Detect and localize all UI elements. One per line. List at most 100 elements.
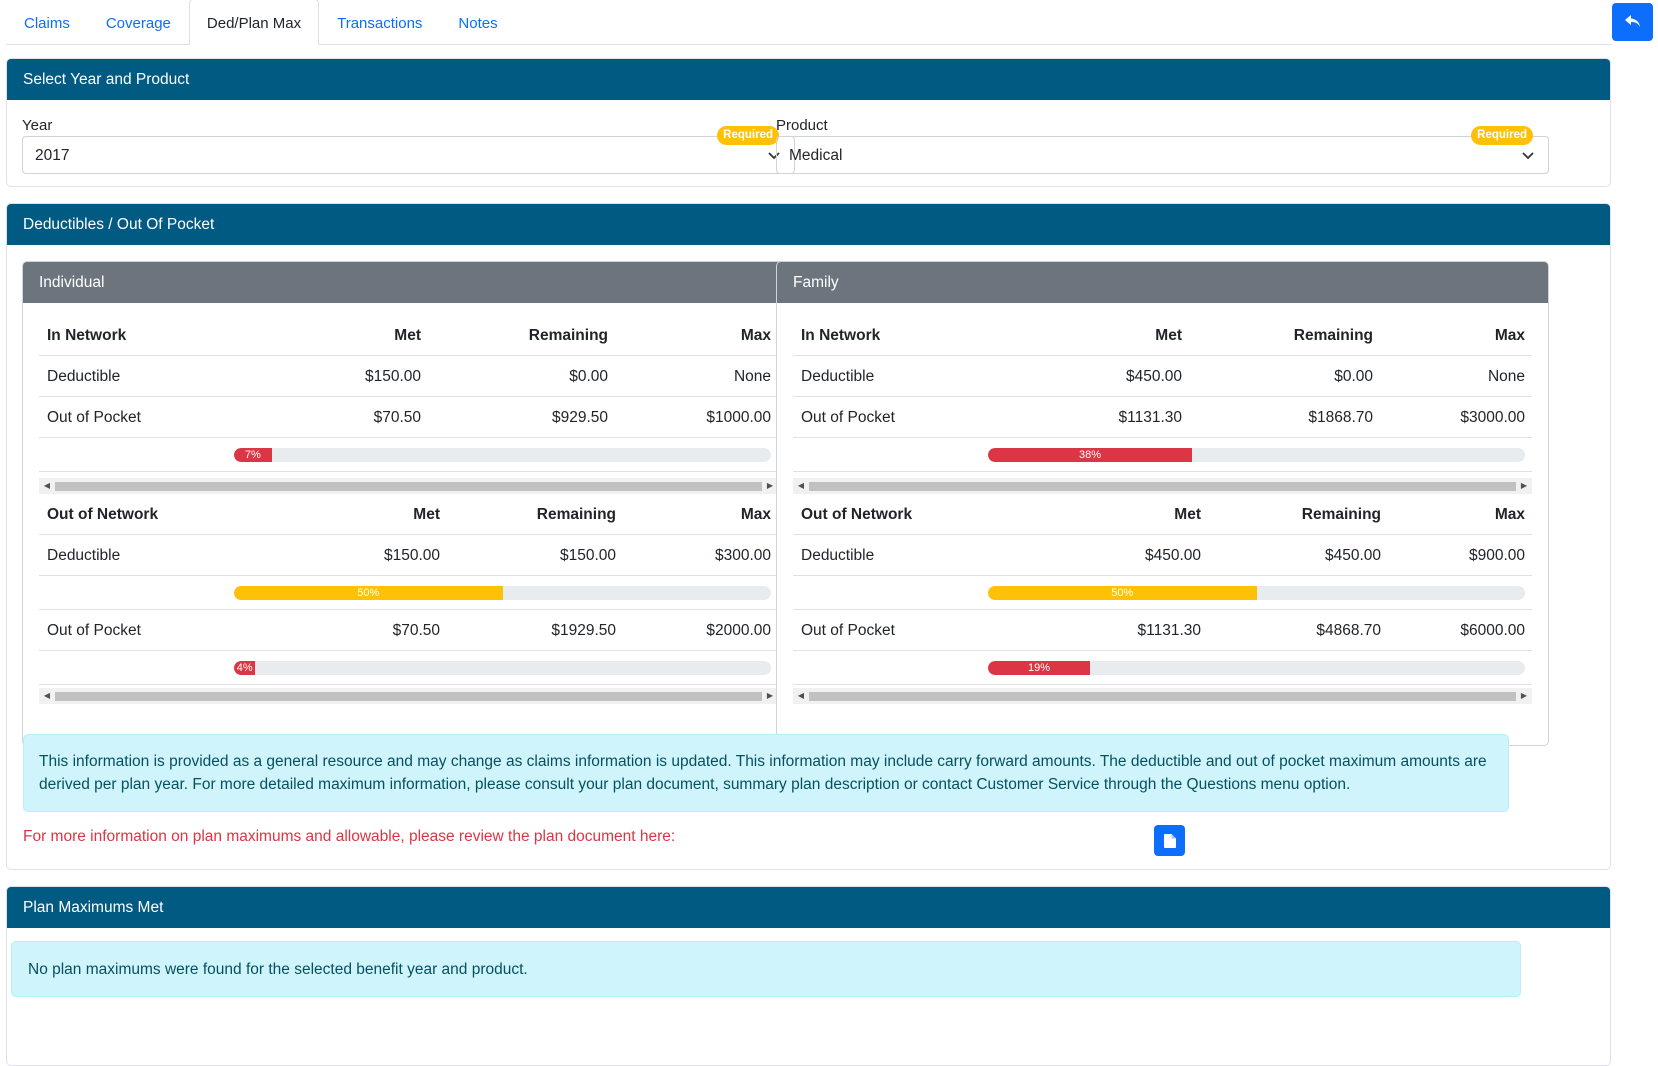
scroll-left-icon[interactable]: ◀ [39, 688, 55, 704]
progress-track: 50% [234, 586, 771, 600]
table-cell: $2000.00 [706, 622, 771, 639]
table-header-row: In Network Met Remaining Max [39, 315, 778, 356]
product-label: Product [776, 117, 828, 134]
progress-track: 19% [988, 661, 1525, 675]
deductibles-card-title: Deductibles / Out Of Pocket [7, 204, 1610, 245]
horizontal-scrollbar[interactable]: ◀ ▶ [793, 688, 1532, 704]
table-row: Out of Pocket $1131.30 $4868.70 $6000.00 [793, 610, 1532, 651]
family-title: Family [777, 262, 1548, 303]
col-header: Met [1174, 506, 1201, 523]
scrollbar-thumb[interactable] [55, 482, 762, 491]
product-select[interactable]: Medical Required [776, 126, 1549, 174]
select-card-title: Select Year and Product [7, 59, 1610, 100]
info-alert: This information is provided as a genera… [23, 734, 1509, 812]
table-cell: $4868.70 [1316, 622, 1381, 639]
individual-panel: Individual In Network Met Remaining Max … [22, 261, 795, 746]
progress-row: 38% [793, 438, 1532, 472]
table-cell: Deductible [801, 368, 875, 385]
document-icon [1163, 833, 1176, 848]
horizontal-scrollbar[interactable]: ◀ ▶ [793, 478, 1532, 494]
table-cell: Out of Pocket [47, 409, 141, 426]
scroll-left-icon[interactable]: ◀ [39, 478, 55, 494]
horizontal-scrollbar[interactable]: ◀ ▶ [39, 478, 778, 494]
plan-max-card-title: Plan Maximums Met [7, 887, 1610, 928]
scroll-left-icon[interactable]: ◀ [793, 478, 809, 494]
individual-title: Individual [23, 262, 794, 303]
year-select[interactable]: 2017 Required [22, 126, 795, 174]
progress-row: 7% [39, 438, 778, 472]
scrollbar-thumb[interactable] [809, 482, 1516, 491]
chevron-down-icon [1522, 152, 1534, 160]
table-header-row: In Network Met Remaining Max [793, 315, 1532, 356]
table-cell: $150.00 [364, 368, 421, 385]
table-cell: $70.50 [373, 409, 421, 426]
col-header: Out of Network [801, 506, 913, 523]
progress-bar: 4% [234, 661, 256, 675]
tab-coverage[interactable]: Coverage [88, 0, 189, 44]
horizontal-scrollbar[interactable]: ◀ ▶ [39, 688, 778, 704]
scroll-right-icon[interactable]: ▶ [1516, 688, 1532, 704]
table-cell: $6000.00 [1460, 622, 1525, 639]
year-field: Year 2017 Required [22, 117, 795, 174]
table-cell: $450.00 [1324, 547, 1381, 564]
progress-row: 4% [39, 651, 778, 685]
progress-track: 38% [988, 448, 1525, 462]
tab-notes[interactable]: Notes [440, 0, 515, 44]
progress-track: 7% [234, 448, 771, 462]
progress-row: 19% [793, 651, 1532, 685]
family-out-network-table: Out of Network Met Remaining Max Deducti… [793, 494, 1532, 685]
col-header: Remaining [528, 327, 608, 344]
tab-transactions[interactable]: Transactions [319, 0, 440, 44]
table-row: Out of Pocket $70.50 $1929.50 $2000.00 [39, 610, 778, 651]
table-cell: $1000.00 [706, 409, 771, 426]
plan-max-card: Plan Maximums Met No plan maximums were … [6, 886, 1611, 1066]
tab-claims[interactable]: Claims [6, 0, 88, 44]
table-cell: $1131.30 [1137, 622, 1202, 639]
col-header: In Network [801, 327, 881, 344]
table-cell: Out of Pocket [801, 409, 895, 426]
table-cell: $450.00 [1125, 368, 1182, 385]
scroll-left-icon[interactable]: ◀ [793, 688, 809, 704]
scrollbar-thumb[interactable] [809, 692, 1516, 701]
progress-bar: 38% [988, 448, 1193, 462]
table-row: Out of Pocket $70.50 $929.50 $1000.00 [39, 397, 778, 438]
table-row: Deductible $450.00 $0.00 None [793, 356, 1532, 397]
plan-document-button[interactable] [1154, 825, 1185, 856]
col-header: Max [1494, 327, 1525, 344]
reply-arrow-icon [1624, 15, 1640, 27]
year-label: Year [22, 117, 53, 134]
family-in-network-table: In Network Met Remaining Max Deductible … [793, 315, 1532, 472]
table-cell: $3000.00 [1460, 409, 1525, 426]
plan-max-alert: No plan maximums were found for the sele… [11, 941, 1521, 997]
progress-bar: 50% [234, 586, 503, 600]
col-header: Max [740, 327, 771, 344]
table-cell: $450.00 [1144, 547, 1201, 564]
progress-row: 50% [793, 576, 1532, 610]
progress-bar: 7% [234, 448, 272, 462]
table-cell: None [733, 368, 771, 385]
year-value: 2017 [35, 147, 70, 164]
scrollbar-thumb[interactable] [55, 692, 762, 701]
table-cell: Out of Pocket [801, 622, 895, 639]
scroll-right-icon[interactable]: ▶ [1516, 478, 1532, 494]
tab-ded-plan-max[interactable]: Ded/Plan Max [188, 0, 320, 45]
table-cell: $900.00 [1468, 547, 1525, 564]
progress-bar: 19% [988, 661, 1091, 675]
tab-bar: Claims Coverage Ded/Plan Max Transaction… [6, 0, 1612, 45]
progress-row: 50% [39, 576, 778, 610]
individual-out-network-table: Out of Network Met Remaining Max Deducti… [39, 494, 778, 685]
col-header: Remaining [1301, 506, 1381, 523]
col-header: Remaining [536, 506, 616, 523]
progress-bar: 50% [988, 586, 1257, 600]
col-header: In Network [47, 327, 127, 344]
table-cell: Deductible [47, 547, 121, 564]
col-header: Met [1155, 327, 1182, 344]
table-cell: $1868.70 [1308, 409, 1373, 426]
table-row: Out of Pocket $1131.30 $1868.70 $3000.00 [793, 397, 1532, 438]
table-cell: $929.50 [551, 409, 608, 426]
back-button[interactable] [1612, 3, 1653, 41]
plan-document-note: For more information on plan maximums an… [23, 828, 676, 845]
table-header-row: Out of Network Met Remaining Max [793, 494, 1532, 535]
product-field: Product Medical Required [776, 117, 1549, 174]
select-card: Select Year and Product Year 2017 Requir… [6, 58, 1611, 187]
